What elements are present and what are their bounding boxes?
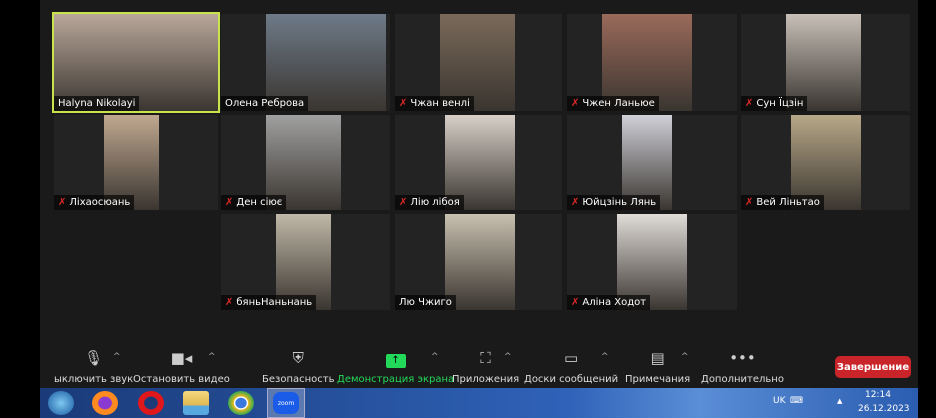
security-button[interactable]: ⛨ Безопасность [262, 348, 335, 385]
end-meeting-button[interactable]: Завершение [835, 356, 911, 378]
participant-name: Сун Їцзін [756, 98, 804, 109]
security-label: Безопасность [262, 374, 335, 385]
participant-name-label: ✗ Чжен Ланьюе [567, 96, 659, 111]
participant-name: Юйцзінь Лянь [582, 197, 657, 208]
participant-tile[interactable]: Лю Чжиго [395, 214, 562, 310]
whiteboards-label: Доски сообщений [524, 374, 619, 385]
more-button[interactable]: ••• Дополнительно [701, 348, 784, 385]
participant-tile[interactable]: Олена Реброва [221, 14, 390, 111]
apps-label: Приложения [452, 374, 520, 385]
muted-microphone-icon: ✗ [58, 197, 67, 208]
participant-name: Ліхаосюань [69, 197, 131, 208]
keyboard-icon: ⌨ [790, 396, 803, 406]
zoom-taskbar-button[interactable]: zoom [267, 388, 305, 418]
muted-microphone-icon: ✗ [399, 98, 408, 109]
participant-name: бяньНаньнань [236, 297, 313, 308]
start-button-icon[interactable] [48, 391, 74, 415]
apps-options-caret[interactable]: ^ [504, 352, 512, 362]
whiteboards-options-caret[interactable]: ^ [601, 352, 609, 362]
file-explorer-icon[interactable] [183, 391, 209, 415]
audio-options-caret[interactable]: ^ [113, 352, 121, 362]
participant-tile[interactable]: ✗ Аліна Ходот [567, 214, 737, 310]
participant-name-label: ✗ Лію лібоя [395, 195, 464, 210]
participant-name-label: ✗ Чжан венлі [395, 96, 474, 111]
muted-microphone-icon: ✗ [745, 197, 754, 208]
share-screen-icon: ↑ [385, 348, 406, 368]
zoom-icon: zoom [273, 392, 299, 414]
participant-name: Вей Ліньтао [756, 197, 820, 208]
participant-name-label: ✗ Аліна Ходот [567, 295, 651, 310]
participant-name: Чжан венлі [410, 98, 470, 109]
participant-name-label: ✗ Ден сіює [221, 195, 287, 210]
participant-name-label: Halyna Nikolayi [54, 96, 140, 111]
more-label: Дополнительно [701, 374, 784, 385]
video-label: Остановить видео [133, 374, 230, 385]
video-camera-icon: ■◂ [170, 349, 193, 367]
participant-name-label: ✗ Сун Їцзін [741, 96, 808, 111]
muted-microphone-icon: ✗ [399, 197, 408, 208]
language-indicator[interactable]: UK [773, 396, 786, 406]
microphone-icon: 🎙 [84, 349, 104, 367]
participant-name: Олена Реброва [225, 98, 305, 109]
firefox-icon[interactable] [92, 391, 118, 415]
participant-name: Лію лібоя [410, 197, 460, 208]
whiteboard-icon: ▭ [563, 349, 579, 367]
participant-tile[interactable]: ✗ Сун Їцзін [741, 14, 910, 111]
participant-tile[interactable]: Halyna Nikolayi [52, 12, 220, 113]
clock-time[interactable]: 12:14 [865, 390, 891, 400]
participant-name: Аліна Ходот [582, 297, 647, 308]
participant-tile[interactable]: ✗ Юйцзінь Лянь [567, 115, 737, 210]
share-options-caret[interactable]: ^ [431, 352, 439, 362]
participant-name: Лю Чжиго [399, 297, 452, 308]
more-icon: ••• [729, 349, 756, 367]
participant-name: Halyna Nikolayi [58, 98, 136, 109]
muted-microphone-icon: ✗ [571, 197, 580, 208]
muted-microphone-icon: ✗ [225, 297, 234, 308]
participant-tile[interactable]: ✗ Лію лібоя [395, 115, 562, 210]
notes-options-caret[interactable]: ^ [681, 352, 689, 362]
muted-microphone-icon: ✗ [745, 98, 754, 109]
chrome-icon[interactable] [228, 391, 254, 415]
participant-name: Ден сіює [236, 197, 283, 208]
muted-microphone-icon: ✗ [571, 98, 580, 109]
show-hidden-icons[interactable]: ▲ [837, 397, 842, 405]
participant-name-label: ✗ бяньНаньнань [221, 295, 317, 310]
muted-microphone-icon: ✗ [225, 197, 234, 208]
participant-name-label: ✗ Ліхаосюань [54, 195, 135, 210]
participant-name: Чжен Ланьюе [582, 98, 655, 109]
notes-label: Примечания [625, 374, 691, 385]
participant-name-label: ✗ Юйцзінь Лянь [567, 195, 661, 210]
participant-tile[interactable]: ✗ Вей Ліньтао [741, 115, 910, 210]
participant-tile[interactable]: ✗ Чжен Ланьюе [567, 14, 737, 111]
zoom-meeting-window: Halyna Nikolayi Олена Реброва ✗ Чжан венлі ✗… [40, 0, 918, 388]
share-label: Демонстрация экрана [337, 374, 455, 385]
mute-label: ыключить звук [54, 374, 134, 385]
participant-name-label: ✗ Вей Ліньтао [741, 195, 824, 210]
shield-icon: ⛨ [292, 349, 304, 367]
participant-tile[interactable]: ✗ Ліхаосюань [54, 115, 218, 210]
participant-tile[interactable]: ✗ бяньНаньнань [221, 214, 390, 310]
clock-date[interactable]: 26.12.2023 [858, 404, 910, 414]
apps-icon: ⛶ [480, 349, 491, 367]
participant-name-label: Олена Реброва [221, 96, 309, 111]
notes-icon: ▤ [650, 349, 665, 367]
participant-tile[interactable]: ✗ Ден сіює [221, 115, 390, 210]
video-options-caret[interactable]: ^ [208, 352, 216, 362]
mute-button[interactable]: 🎙 ыключить звук [54, 348, 133, 385]
windows-taskbar: zoom UK ⌨ ▲ 12:14 26.12.2023 [40, 388, 918, 418]
muted-microphone-icon: ✗ [571, 297, 580, 308]
opera-icon[interactable] [138, 391, 164, 415]
participant-tile[interactable]: ✗ Чжан венлі [395, 14, 562, 111]
participant-name-label: Лю Чжиго [395, 295, 456, 310]
